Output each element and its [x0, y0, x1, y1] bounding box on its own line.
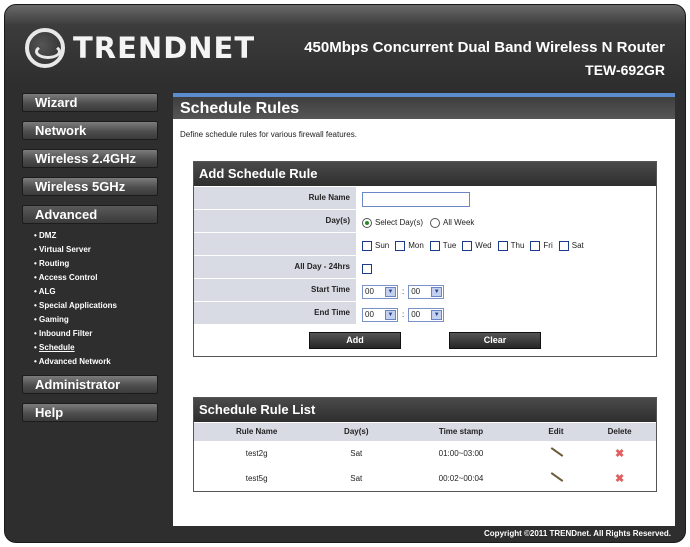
time-cell: 01:00~03:00 — [438, 448, 484, 458]
delete-icon[interactable]: ✖ — [615, 473, 624, 485]
nav-advanced[interactable]: Advanced — [22, 205, 158, 224]
nav-wireless-24ghz[interactable]: Wireless 2.4GHz — [22, 149, 158, 168]
end-time-row: End Time 00 ▼ : 00 ▼ — [194, 301, 656, 324]
day-checkboxes-label-cell — [194, 233, 356, 255]
product-title: 450Mbps Concurrent Dual Band Wireless N … — [304, 39, 665, 56]
start-time-row: Start Time 00 ▼ : 00 ▼ — [194, 278, 656, 301]
nav-help[interactable]: Help — [22, 403, 158, 422]
schedule-rule-list-heading: Schedule Rule List — [194, 398, 656, 422]
chevron-down-icon: ▼ — [431, 286, 443, 297]
all-day-checkbox[interactable] — [362, 263, 372, 274]
fri-checkbox[interactable] — [530, 240, 541, 251]
chevron-down-icon: ▼ — [431, 309, 443, 320]
router-frame: TRENDNET 450Mbps Concurrent Dual Band Wi… — [4, 4, 686, 543]
brand-name: TRENDNET — [73, 31, 256, 65]
thu-checkbox[interactable] — [497, 240, 508, 251]
sun-checkbox[interactable] — [362, 240, 372, 251]
rule-name-cell: test5g — [245, 473, 268, 483]
submenu-dmz[interactable]: DMZ — [34, 229, 162, 243]
submenu-routing[interactable]: Routing — [34, 257, 162, 271]
wed-checkbox[interactable] — [462, 240, 473, 251]
column-days: Day(s) — [319, 422, 394, 441]
column-rule-name: Rule Name — [194, 422, 320, 441]
start-time-label: Start Time — [194, 279, 356, 301]
column-time-stamp: Time stamp — [393, 422, 529, 441]
select-days-radio[interactable] — [362, 217, 372, 228]
end-hour-select[interactable]: 00 ▼ — [362, 307, 398, 322]
days-label: Day(s) — [194, 210, 356, 232]
submenu-virtual-server[interactable]: Virtual Server — [34, 243, 162, 257]
all-day-row: All Day - 24hrs — [194, 255, 656, 278]
days-cell: Sat — [350, 473, 363, 483]
schedule-rule-table: Rule Name Day(s) Time stamp Edit Delete … — [194, 422, 656, 491]
days-cell: Sat — [350, 448, 363, 458]
all-day-label: All Day - 24hrs — [194, 256, 356, 278]
nav-wizard[interactable]: Wizard — [22, 93, 158, 112]
nav-wireless-5ghz[interactable]: Wireless 5GHz — [22, 177, 158, 196]
time-cell: 00:02~00:04 — [438, 473, 484, 483]
nav-administrator[interactable]: Administrator — [22, 375, 158, 394]
table-header-row: Rule Name Day(s) Time stamp Edit Delete — [194, 422, 656, 441]
submenu-schedule[interactable]: Schedule — [34, 341, 162, 355]
rule-name-row: Rule Name — [194, 186, 656, 209]
form-buttons: Add Clear — [194, 324, 656, 356]
column-delete: Delete — [583, 422, 656, 441]
page-description: Define schedule rules for various firewa… — [180, 130, 357, 139]
table-row: test2g Sat 01:00~03:00 ✖ — [194, 441, 656, 466]
add-button[interactable]: Add — [309, 332, 401, 349]
nav-network[interactable]: Network — [22, 121, 158, 140]
submenu-special-applications[interactable]: Special Applications — [34, 299, 162, 313]
tue-label: Tue — [442, 241, 457, 250]
trendnet-logo-icon — [25, 28, 65, 68]
sun-label: Sun — [375, 241, 390, 250]
days-row: Day(s) Select Day(s) All Week — [194, 209, 656, 232]
rule-name-label: Rule Name — [194, 187, 356, 209]
day-checkboxes-row: Sun Mon Tue Wed Thu Fri Sat — [194, 232, 656, 255]
chevron-down-icon: ▼ — [385, 286, 396, 297]
all-week-label: All Week — [443, 218, 475, 227]
sat-checkbox[interactable] — [558, 240, 569, 251]
header: TRENDNET 450Mbps Concurrent Dual Band Wi… — [5, 5, 685, 89]
wed-label: Wed — [475, 241, 492, 250]
thu-label: Thu — [510, 241, 525, 250]
copyright-footer: Copyright ©2011 TRENDnet. All Rights Res… — [484, 529, 671, 538]
page-title: Schedule Rules — [173, 93, 675, 119]
mon-label: Mon — [408, 241, 424, 250]
select-days-label: Select Day(s) — [375, 218, 424, 227]
end-time-label: End Time — [194, 302, 356, 324]
rule-name-cell: test2g — [245, 448, 268, 458]
clear-button[interactable]: Clear — [449, 332, 541, 349]
trendnet-logo: TRENDNET — [25, 28, 255, 68]
model-number: TEW-692GR — [585, 62, 665, 78]
end-minute-select[interactable]: 00 ▼ — [408, 307, 445, 322]
schedule-rule-list-panel: Schedule Rule List Rule Name Day(s) Time… — [193, 397, 657, 492]
all-week-radio[interactable] — [430, 217, 441, 228]
add-schedule-rule-heading: Add Schedule Rule — [194, 162, 656, 186]
sidebar: Wizard Network Wireless 2.4GHz Wireless … — [22, 93, 162, 431]
table-row: test5g Sat 00:02~00:04 ✖ — [194, 466, 656, 491]
fri-label: Fri — [543, 241, 553, 250]
mon-checkbox[interactable] — [395, 240, 406, 251]
rule-name-input[interactable] — [362, 192, 470, 207]
tue-checkbox[interactable] — [429, 240, 440, 251]
submenu-inbound-filter[interactable]: Inbound Filter — [34, 327, 162, 341]
chevron-down-icon: ▼ — [385, 309, 396, 320]
submenu-advanced-network[interactable]: Advanced Network — [34, 355, 162, 369]
main-content: Schedule Rules Define schedule rules for… — [173, 93, 675, 526]
submenu-alg[interactable]: ALG — [34, 285, 162, 299]
advanced-submenu: DMZ Virtual Server Routing Access Contro… — [34, 229, 162, 369]
edit-icon[interactable] — [547, 471, 565, 483]
add-schedule-rule-panel: Add Schedule Rule Rule Name Day(s) Selec… — [193, 161, 657, 357]
submenu-access-control[interactable]: Access Control — [34, 271, 162, 285]
column-edit: Edit — [528, 422, 584, 441]
sat-label: Sat — [571, 241, 584, 250]
start-minute-select[interactable]: 00 ▼ — [408, 284, 445, 299]
delete-icon[interactable]: ✖ — [615, 448, 624, 460]
edit-icon[interactable] — [547, 446, 565, 458]
submenu-gaming[interactable]: Gaming — [34, 313, 162, 327]
start-hour-select[interactable]: 00 ▼ — [362, 284, 398, 299]
